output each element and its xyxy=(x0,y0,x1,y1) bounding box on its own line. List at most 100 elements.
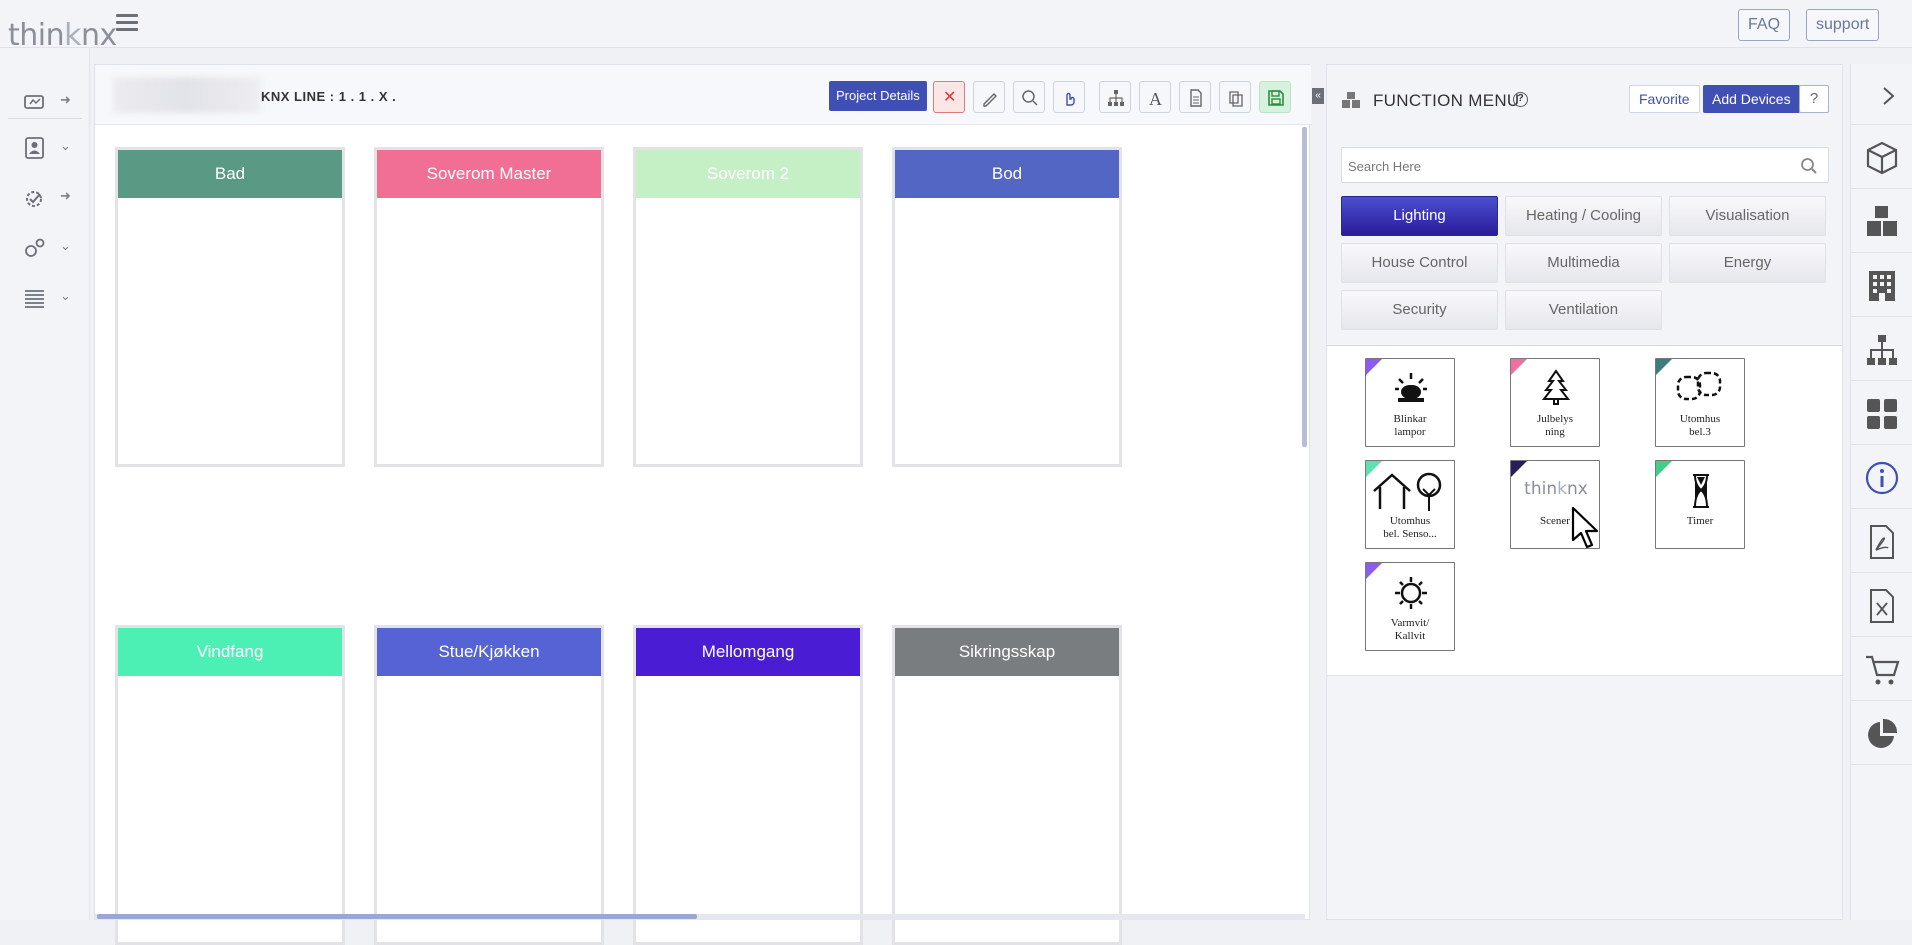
help-button[interactable]: ? xyxy=(1799,85,1829,113)
category-energy[interactable]: Energy xyxy=(1669,243,1826,283)
copy-button[interactable] xyxy=(1219,81,1251,113)
room-header: Sikringsskap xyxy=(895,628,1119,676)
top-bar: thinknx FAQ support xyxy=(0,0,1912,53)
svg-text:A: A xyxy=(1149,89,1162,107)
search-icon xyxy=(1022,90,1038,106)
save-icon xyxy=(1268,90,1284,106)
gears-icon xyxy=(25,238,45,257)
room-card[interactable]: Mellomgang xyxy=(633,625,863,945)
category-corner xyxy=(1366,563,1382,579)
edit-button[interactable] xyxy=(973,81,1005,113)
touch-button[interactable] xyxy=(1053,81,1085,113)
nav-item-gears[interactable]: ⌄ xyxy=(22,232,82,266)
chevron-down-icon: ⌄ xyxy=(60,138,71,153)
device-label: Julbelys ning xyxy=(1536,413,1574,438)
project-canvas: KNX LINE : 1 . 1 . X . Project Details ✕… xyxy=(94,64,1311,945)
horizontal-scrollbar[interactable] xyxy=(95,914,1305,920)
room-header: Bod xyxy=(895,150,1119,198)
hamburger-menu-icon[interactable] xyxy=(116,14,138,34)
category-corner xyxy=(1366,359,1382,375)
question-circle-icon[interactable]: ? xyxy=(1513,92,1528,107)
favorite-button[interactable]: Favorite xyxy=(1629,85,1700,113)
chevron-down-icon: ⌄ xyxy=(60,238,71,253)
room-header: Soverom Master xyxy=(377,150,601,198)
collapse-panel-icon[interactable]: « xyxy=(1312,88,1324,104)
cube-icon[interactable] xyxy=(1864,140,1900,176)
room-card[interactable]: Bad xyxy=(115,147,345,467)
search-button[interactable] xyxy=(1013,81,1045,113)
category-corner xyxy=(1656,461,1672,477)
category-multimedia[interactable]: Multimedia xyxy=(1505,243,1662,283)
room-card[interactable]: Soverom Master xyxy=(374,147,604,467)
room-header: Stue/Kjøkken xyxy=(377,628,601,676)
chevron-right-icon[interactable] xyxy=(1871,78,1907,114)
chevron-down-icon: ⌄ xyxy=(60,288,71,303)
room-card[interactable]: Vindfang xyxy=(115,625,345,945)
project-details-button[interactable]: Project Details xyxy=(829,81,927,111)
room-card[interactable]: Soverom 2 xyxy=(633,147,863,467)
nav-item-settings-check[interactable]: ➜ xyxy=(22,182,82,216)
christmas-tree-icon xyxy=(1541,369,1571,405)
device-tile[interactable]: Julbelys ning xyxy=(1510,358,1600,447)
room-header: Vindfang xyxy=(118,628,342,676)
nav-item-dashboard[interactable]: ➜ xyxy=(22,86,82,120)
search-box[interactable] xyxy=(1341,147,1829,183)
save-button[interactable] xyxy=(1259,81,1291,113)
blurred-project-name xyxy=(113,77,261,113)
nav-item-user[interactable]: ⌄ xyxy=(22,132,82,166)
search-input[interactable] xyxy=(1348,156,1768,176)
sitemap-icon xyxy=(1108,90,1124,106)
add-devices-button[interactable]: Add Devices xyxy=(1703,85,1800,113)
sitemap-icon[interactable] xyxy=(1864,332,1900,368)
category-house-control[interactable]: House Control xyxy=(1341,243,1498,283)
grid-icon[interactable] xyxy=(1864,396,1900,432)
device-tile[interactable]: Timer xyxy=(1655,460,1745,549)
category-heating-cooling[interactable]: Heating / Cooling xyxy=(1505,196,1662,236)
hourglass-icon xyxy=(1693,474,1709,508)
support-button[interactable]: support xyxy=(1806,9,1880,41)
device-tile[interactable]: Utomhus bel. Senso... xyxy=(1365,460,1455,549)
category-ventilation[interactable]: Ventilation xyxy=(1505,290,1662,330)
pdf-file-icon[interactable] xyxy=(1864,524,1900,560)
font-icon: A xyxy=(1149,89,1162,107)
text-button[interactable]: A xyxy=(1139,81,1171,113)
category-visualisation[interactable]: Visualisation xyxy=(1669,196,1826,236)
cubes-icon xyxy=(1342,92,1360,108)
document-button[interactable] xyxy=(1179,81,1211,113)
thinknx-logo: thinknx xyxy=(1524,479,1588,499)
copy-icon xyxy=(1229,91,1243,107)
device-tile[interactable]: Utomhus bel.3 xyxy=(1655,358,1745,447)
room-card[interactable]: Bod xyxy=(892,147,1122,467)
category-security[interactable]: Security xyxy=(1341,290,1498,330)
vertical-scrollbar[interactable] xyxy=(1302,127,1307,447)
dashboard-icon xyxy=(24,95,44,109)
room-header: Bad xyxy=(118,150,342,198)
category-lighting[interactable]: Lighting xyxy=(1341,196,1498,236)
close-button[interactable]: ✕ xyxy=(933,81,965,113)
shopping-cart-icon[interactable] xyxy=(1864,652,1900,688)
user-card-icon xyxy=(25,137,44,159)
excel-file-icon[interactable] xyxy=(1864,588,1900,624)
room-header: Mellomgang xyxy=(636,628,860,676)
list-icon xyxy=(25,290,44,308)
building-icon[interactable] xyxy=(1864,268,1900,304)
cubes-icon[interactable] xyxy=(1864,204,1900,240)
nav-item-list[interactable]: ⌄ xyxy=(22,282,82,316)
function-menu-panel: FUNCTION MENU ? Favorite Add Devices ? L… xyxy=(1326,64,1843,920)
room-card[interactable]: Stue/Kjøkken xyxy=(374,625,604,945)
device-tile[interactable]: Varmvit/ Kallvit xyxy=(1365,562,1455,651)
document-icon xyxy=(1190,89,1202,107)
chevron-right-icon: ➜ xyxy=(60,92,71,107)
category-corner xyxy=(1511,359,1527,375)
category-corner xyxy=(1511,461,1527,477)
device-tile[interactable]: Blinkar lampor xyxy=(1365,358,1455,447)
house-tree-icon xyxy=(1373,472,1442,511)
knx-line-label: KNX LINE : 1 . 1 . X . xyxy=(261,89,397,104)
pie-chart-icon[interactable] xyxy=(1864,716,1900,752)
info-circle-icon[interactable] xyxy=(1864,460,1900,496)
hierarchy-button[interactable] xyxy=(1099,81,1131,113)
search-icon[interactable] xyxy=(1800,157,1818,175)
faq-button[interactable]: FAQ xyxy=(1738,9,1791,41)
room-card[interactable]: Sikringsskap xyxy=(892,625,1122,945)
device-label: Utomhus bel. Senso... xyxy=(1383,515,1437,540)
